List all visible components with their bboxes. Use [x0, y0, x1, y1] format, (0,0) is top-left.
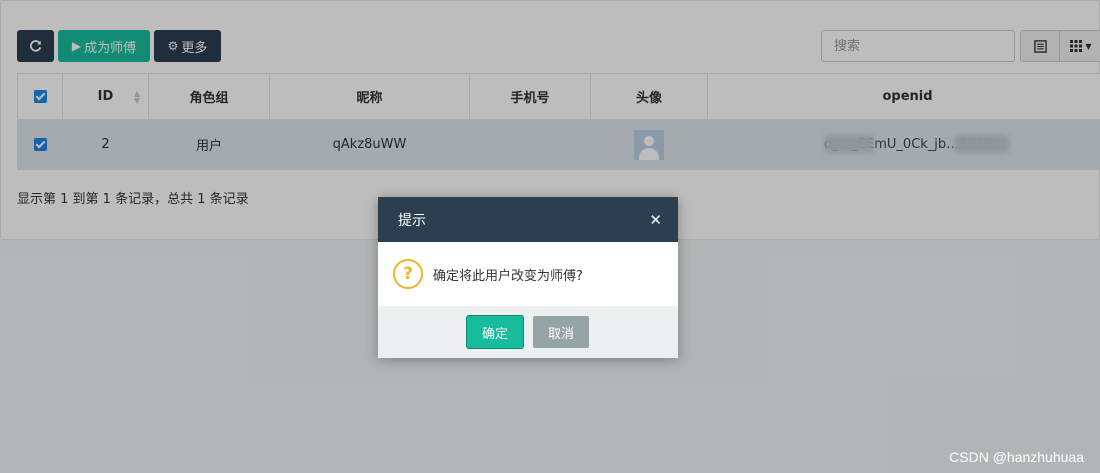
watermark: CSDN @hanzhuhuaa: [949, 449, 1084, 465]
dialog-body: ? 确定将此用户改变为师傅?: [378, 242, 678, 306]
question-icon: ?: [393, 259, 423, 289]
dialog-footer: 确定 取消: [378, 306, 678, 358]
confirm-button[interactable]: 确定: [467, 316, 523, 348]
close-icon[interactable]: ✕: [649, 211, 662, 229]
confirm-dialog: 提示 ✕ ? 确定将此用户改变为师傅? 确定 取消: [378, 197, 678, 358]
dialog-message: 确定将此用户改变为师傅?: [433, 268, 583, 284]
cancel-button[interactable]: 取消: [533, 316, 589, 348]
dialog-title: 提示: [398, 212, 426, 229]
dialog-header: 提示 ✕: [378, 197, 678, 242]
